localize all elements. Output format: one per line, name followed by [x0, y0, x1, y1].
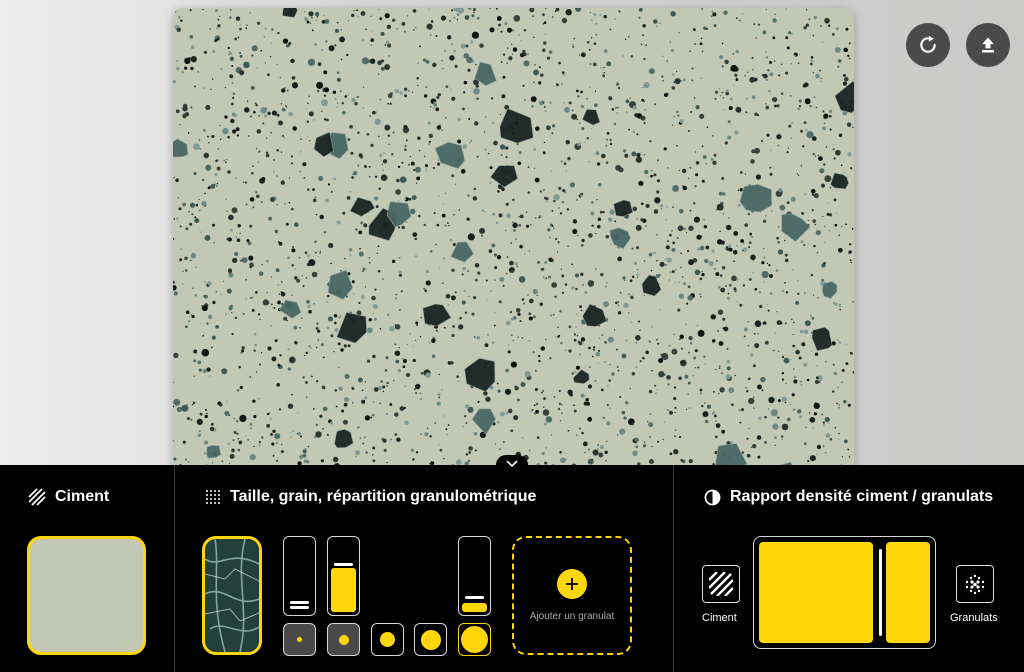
slider-fill [462, 603, 487, 612]
ratio-title: Rapport densité ciment / granulats [730, 488, 994, 505]
size-l-button[interactable] [414, 623, 447, 656]
hatch-icon [28, 488, 46, 506]
ratio-granulats-label: Granulats [950, 612, 998, 624]
ratio-slider[interactable] [753, 536, 936, 649]
chevron-down-icon [506, 460, 518, 468]
ratio-granulats-icon [956, 565, 994, 603]
cement-share-bar [759, 542, 873, 643]
reset-button[interactable] [906, 23, 950, 67]
size-dot [461, 626, 488, 653]
slider-fill [331, 568, 356, 612]
slider-level-mark [334, 563, 353, 566]
cement-color-swatch[interactable] [27, 536, 146, 655]
divider [174, 465, 175, 672]
size-xl-button[interactable] [458, 623, 491, 656]
plus-icon [557, 569, 587, 599]
collapse-panel-button[interactable] [496, 455, 528, 475]
dot-burst-icon [965, 574, 985, 595]
size-dot [420, 629, 441, 650]
hatch-icon [709, 572, 733, 596]
granulats-share-bar [886, 542, 930, 643]
slider-level-mark [290, 606, 309, 609]
dot-grid-icon [206, 490, 220, 504]
marble-texture [205, 539, 259, 652]
ratio-cement-label: Ciment [702, 612, 737, 624]
size-dot [380, 632, 395, 647]
granulat-xs-amount-slider[interactable] [283, 536, 316, 616]
size-dot [297, 637, 302, 642]
ratio-cement-icon [702, 565, 740, 603]
terrazzo-texture [173, 8, 854, 478]
ratio-section-title: Rapport densité ciment / granulats [704, 488, 993, 506]
export-button[interactable] [966, 23, 1010, 67]
slider-level-mark [465, 596, 484, 599]
cement-title: Ciment [55, 488, 110, 505]
terrazzo-preview [173, 8, 854, 478]
half-circle-icon [704, 489, 721, 505]
cement-section-title: Ciment [28, 488, 109, 506]
granulometry-section-title: Taille, grain, répartition granulométriq… [205, 488, 536, 506]
slider-level-mark [290, 601, 309, 604]
size-s-button[interactable] [327, 623, 360, 656]
add-granulat-label: Ajouter un granulat [529, 611, 615, 622]
size-dot [338, 634, 349, 645]
size-xs-button[interactable] [283, 623, 316, 656]
granulometry-title: Taille, grain, répartition granulométriq… [230, 488, 537, 505]
granulat-marble-swatch[interactable] [202, 536, 262, 655]
size-m-button[interactable] [371, 623, 404, 656]
granulat-xl-amount-slider[interactable] [458, 536, 491, 616]
refresh-icon [920, 35, 936, 53]
upload-icon [982, 37, 994, 53]
control-panel: Ciment Taille, grain, répartition granul… [0, 455, 1024, 672]
divider [673, 465, 674, 672]
granulat-s-amount-slider[interactable] [327, 536, 360, 616]
add-granulat-button[interactable]: Ajouter un granulat [512, 536, 632, 655]
ratio-slider-handle[interactable] [879, 549, 882, 636]
